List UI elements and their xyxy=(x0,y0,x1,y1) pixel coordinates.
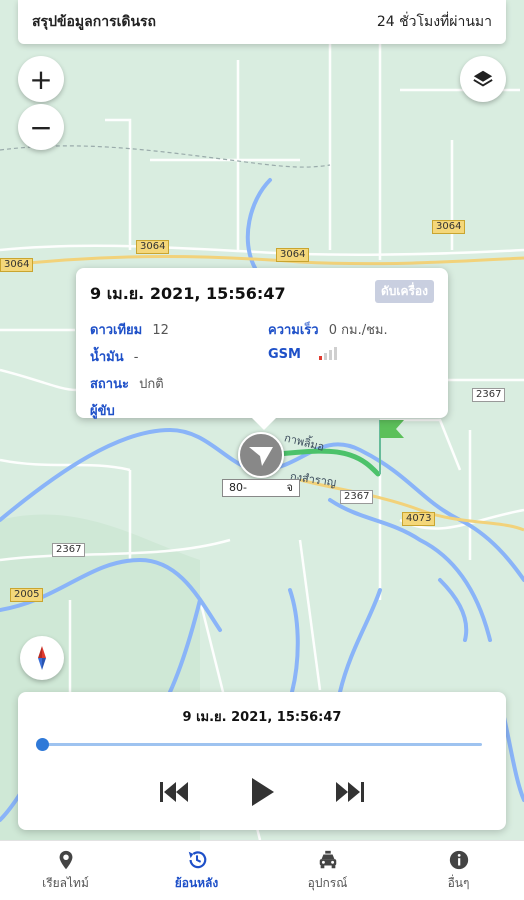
play-button[interactable] xyxy=(242,772,282,812)
skip-forward-button[interactable] xyxy=(330,772,370,812)
zoom-in-button[interactable]: + xyxy=(18,56,64,102)
license-plate: 80- จ xyxy=(222,479,300,497)
vehicle-marker[interactable] xyxy=(238,432,284,478)
road-label: 3064 xyxy=(0,258,34,272)
skip-back-icon xyxy=(160,782,188,802)
road-label: 3064 xyxy=(276,248,310,262)
gsm-signal-icon xyxy=(319,346,338,360)
nav-more[interactable]: อื่นๆ xyxy=(393,841,524,900)
playback-slider[interactable] xyxy=(36,738,482,751)
driver-label[interactable]: ผู้ขับ xyxy=(90,404,115,419)
nav-realtime[interactable]: เรียลไทม์ xyxy=(0,841,131,900)
gsm-label: GSM xyxy=(268,347,301,362)
summary-bar[interactable]: สรุปข้อมูลการเดินรถ 24 ชั่วโมงที่ผ่านมา xyxy=(18,0,506,44)
playback-time: 9 เม.ย. 2021, 15:56:47 xyxy=(182,710,342,725)
road-label: 2367 xyxy=(472,388,506,402)
nav-device[interactable]: อุปกรณ์ xyxy=(262,841,393,900)
nav-label: เรียลไทม์ xyxy=(42,875,89,890)
skip-back-button[interactable] xyxy=(154,772,194,812)
compass-icon xyxy=(38,646,46,670)
slider-thumb[interactable] xyxy=(36,738,49,751)
play-icon xyxy=(252,778,274,806)
status-label: สถานะ xyxy=(90,377,129,392)
nav-label: ย้อนหลัง xyxy=(174,875,219,890)
info-icon xyxy=(449,850,468,869)
road-label: 2367 xyxy=(340,490,374,504)
history-icon xyxy=(188,850,206,868)
status-value: ปกติ xyxy=(139,377,164,392)
compass-button[interactable] xyxy=(20,636,64,680)
skip-forward-icon xyxy=(336,782,364,802)
layers-button[interactable] xyxy=(460,56,506,102)
speed-label: ความเร็ว xyxy=(268,323,319,338)
road-label: 3064 xyxy=(432,220,466,234)
nav-label: อุปกรณ์ xyxy=(307,875,348,890)
navigation-arrow-icon xyxy=(249,447,273,466)
plate-right: จ xyxy=(286,481,293,494)
satellite-value: 12 xyxy=(152,323,169,338)
car-icon xyxy=(319,850,336,868)
satellite-row: ดาวเทียม 12 xyxy=(90,319,268,340)
fuel-row: น้ำมัน - xyxy=(90,346,268,367)
driver-row[interactable]: ผู้ขับ xyxy=(90,400,268,421)
road-label: 4073 xyxy=(402,512,436,526)
vehicle-info-popup: 9 เม.ย. 2021, 15:56:47 ดับเครื่อง ดาวเที… xyxy=(76,268,448,430)
bottom-navigation: เรียลไทม์ ย้อนหลัง อุปกรณ์ อื่นๆ xyxy=(0,840,524,900)
plate-left: 80- xyxy=(229,481,247,494)
layers-icon xyxy=(473,70,493,87)
zoom-out-button[interactable]: − xyxy=(18,104,64,150)
gsm-row: GSM xyxy=(268,346,438,367)
speed-value: 0 กม./ชม. xyxy=(328,323,388,338)
road-label: 2005 xyxy=(10,588,44,602)
fuel-label: น้ำมัน xyxy=(90,350,124,365)
playback-panel: 9 เม.ย. 2021, 15:56:47 xyxy=(18,692,506,830)
speed-row: ความเร็ว 0 กม./ชม. xyxy=(268,319,438,340)
nav-label: อื่นๆ xyxy=(447,875,470,890)
road-label: 3064 xyxy=(136,240,170,254)
satellite-label: ดาวเทียม xyxy=(90,323,143,338)
fuel-value: - xyxy=(133,350,139,365)
nav-history[interactable]: ย้อนหลัง xyxy=(131,841,262,900)
summary-title: สรุปข้อมูลการเดินรถ xyxy=(32,14,157,30)
road-label: 2367 xyxy=(52,543,86,557)
location-pin-icon xyxy=(59,850,72,869)
engine-status-badge: ดับเครื่อง xyxy=(374,280,434,303)
status-row: สถานะ ปกติ xyxy=(90,373,268,394)
summary-period[interactable]: 24 ชั่วโมงที่ผ่านมา xyxy=(377,11,492,33)
